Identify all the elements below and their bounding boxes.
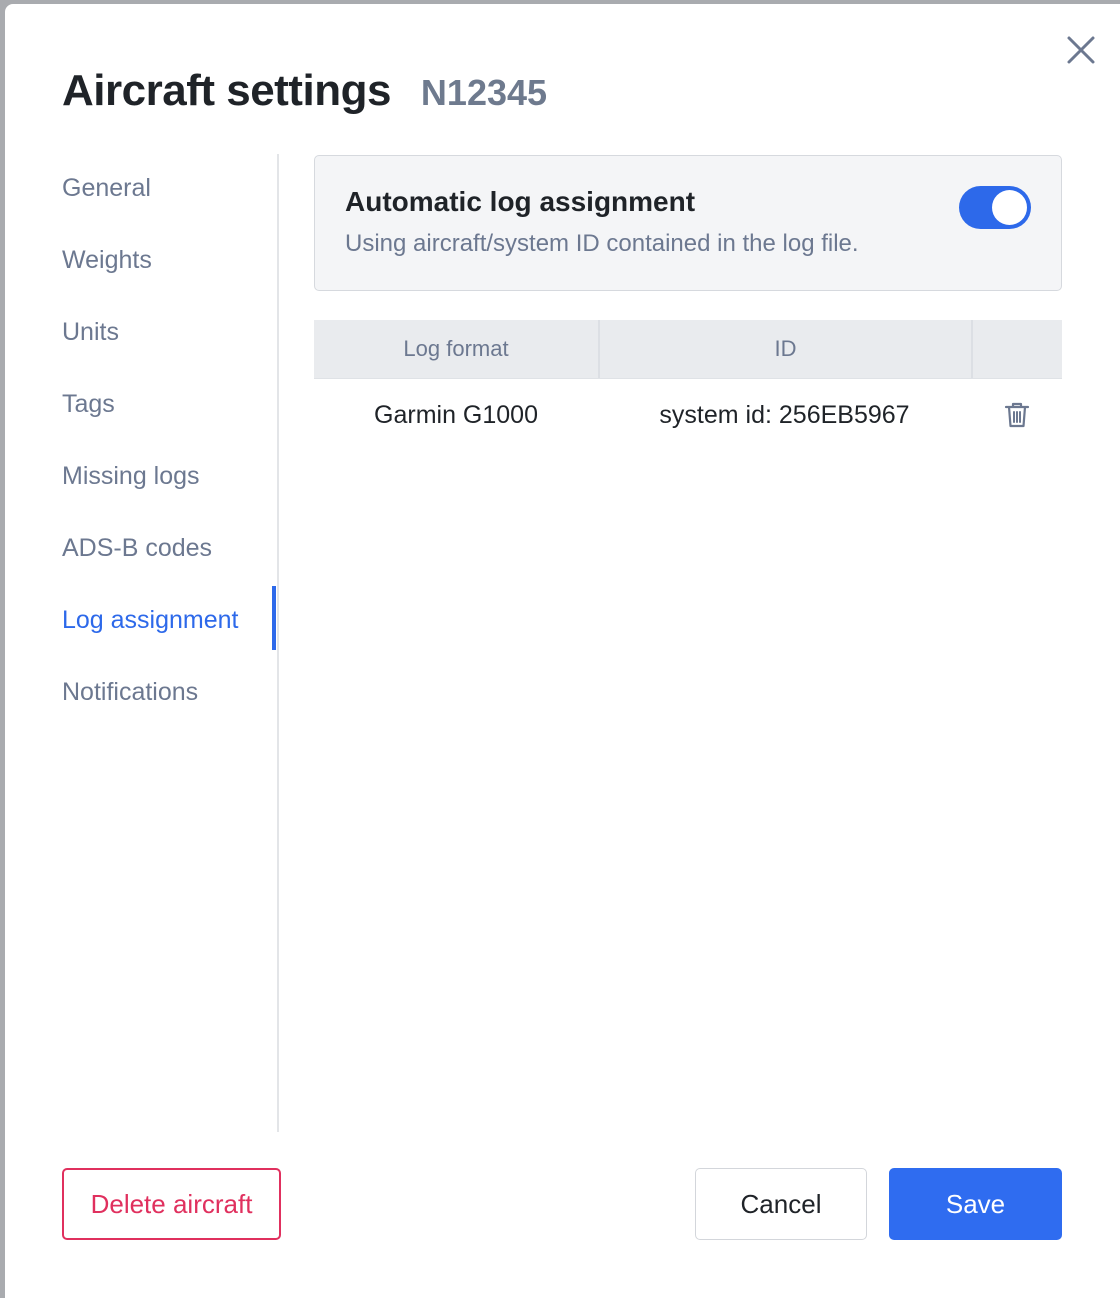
toggle-knob [992, 190, 1027, 225]
trash-icon [1004, 402, 1029, 428]
auto-assignment-card: Automatic log assignment Using aircraft/… [314, 155, 1062, 291]
cell-id: system id: 256EB5967 [659, 400, 910, 429]
dialog-header: Aircraft settings N12345 [62, 66, 547, 116]
column-header-actions [971, 320, 1062, 378]
column-header-log-format: Log format [403, 336, 509, 361]
auto-assignment-description: Using aircraft/system ID contained in th… [345, 230, 859, 257]
aircraft-settings-dialog: Aircraft settings N12345 General Weights… [5, 4, 1120, 1298]
settings-sidebar: General Weights Units Tags Missing logs … [5, 154, 279, 1132]
sidebar-item-notifications[interactable]: Notifications [62, 660, 198, 724]
dialog-title: Aircraft settings [62, 66, 391, 115]
sidebar-item-units[interactable]: Units [62, 300, 119, 364]
column-header-id: ID [598, 320, 971, 378]
auto-assignment-toggle[interactable] [959, 186, 1031, 229]
close-icon [1067, 36, 1095, 64]
sidebar-item-missing-logs[interactable]: Missing logs [62, 444, 200, 508]
tail-number: N12345 [420, 72, 548, 113]
auto-assignment-title: Automatic log assignment [345, 186, 696, 217]
sidebar-item-tags[interactable]: Tags [62, 372, 115, 436]
table-header: Log format ID [314, 320, 1062, 379]
save-button[interactable]: Save [889, 1168, 1062, 1240]
close-button[interactable] [1063, 32, 1099, 68]
sidebar-item-ads-b-codes[interactable]: ADS-B codes [62, 516, 212, 580]
sidebar-item-general[interactable]: General [62, 156, 151, 220]
sidebar-item-weights[interactable]: Weights [62, 228, 152, 292]
cell-log-format: Garmin G1000 [374, 400, 538, 429]
table-row: Garmin G1000 system id: 256EB5967 [314, 379, 1062, 451]
cancel-button[interactable]: Cancel [695, 1168, 867, 1240]
delete-row-button[interactable] [971, 401, 1062, 429]
log-assignment-table: Log format ID Garmin G1000 system id: 25… [314, 320, 1062, 451]
delete-aircraft-button[interactable]: Delete aircraft [62, 1168, 281, 1240]
active-indicator [272, 586, 276, 650]
sidebar-item-log-assignment[interactable]: Log assignment [62, 588, 239, 652]
